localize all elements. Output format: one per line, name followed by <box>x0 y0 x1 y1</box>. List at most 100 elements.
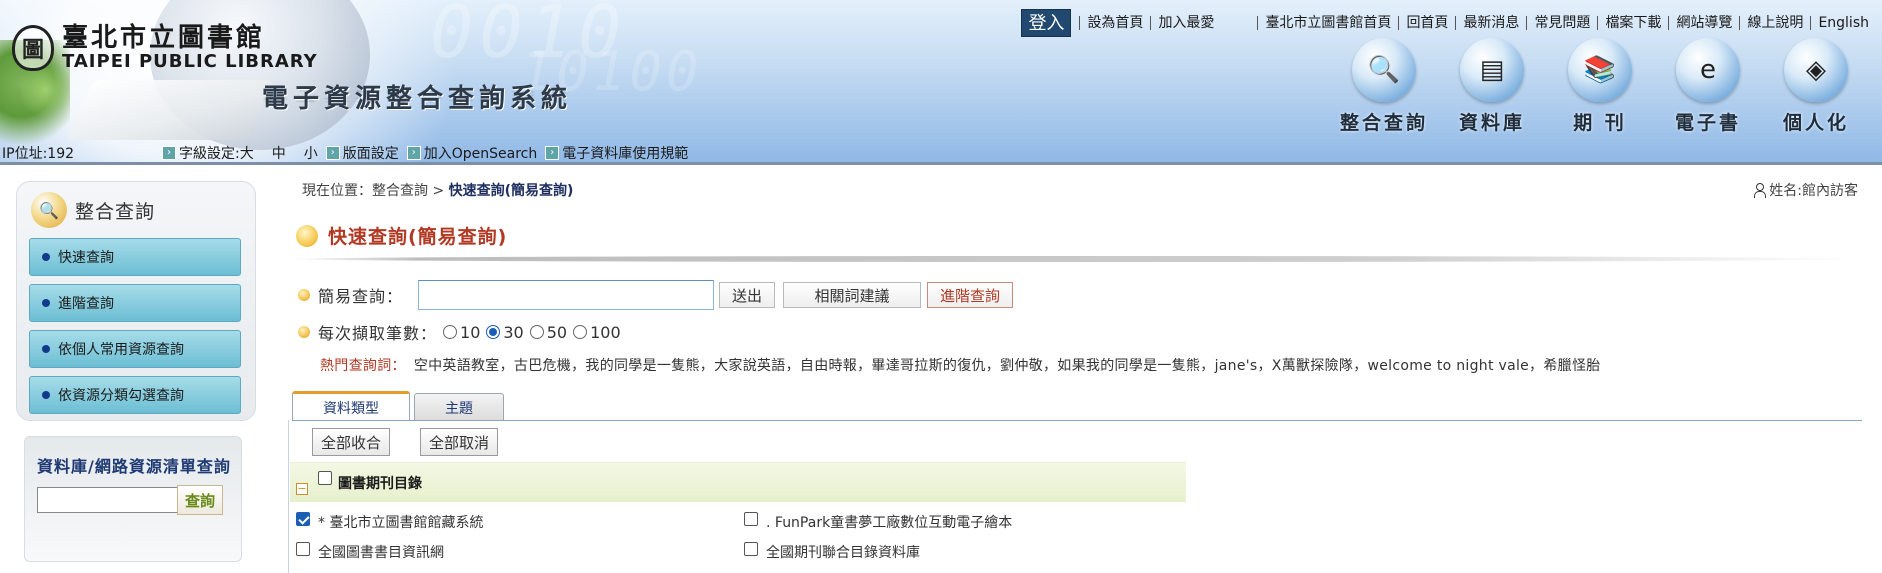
top-link-set-homepage[interactable]: 設為首頁 <box>1079 16 1150 30</box>
font-size-small-link[interactable]: 小 <box>304 143 318 163</box>
arrow-right-icon: › <box>162 146 176 160</box>
submit-button[interactable]: 送出 <box>719 282 775 308</box>
source-item[interactable]: * 臺北市立圖書館館藏系統 <box>296 512 483 532</box>
collapse-toggle-icon[interactable]: − <box>296 482 308 495</box>
radio-button[interactable] <box>443 325 458 339</box>
top-link-faq[interactable]: 常見問題 <box>1526 16 1597 30</box>
library-name-en: TAIPEI PUBLIC LIBRARY <box>62 51 318 72</box>
bullet-icon <box>42 391 50 399</box>
radio-button[interactable] <box>573 325 588 339</box>
fetch-count-option-100[interactable]: 100 <box>567 323 621 342</box>
font-size-medium-link[interactable]: 中 <box>272 143 286 163</box>
nav-integrated-search[interactable]: 🔍 整合查詢 <box>1330 38 1438 135</box>
simple-search-label: 簡易查詢： <box>318 287 404 306</box>
group-header-catalogs: − 圖書期刊目錄 <box>290 462 1186 502</box>
user-info: 姓名:館內訪客 <box>1753 180 1858 200</box>
bullet-icon <box>42 253 50 261</box>
database-search-button[interactable]: 查詢 <box>177 485 223 515</box>
nav-database[interactable]: ▤ 資料庫 <box>1438 38 1546 135</box>
related-terms-button[interactable]: 相關詞建議 <box>783 282 921 308</box>
header-banner: 0010 10100 圖 臺北市立圖書館 TAIPEI PUBLIC LIBRA… <box>0 0 1882 165</box>
source-label: * 臺北市立圖書館館藏系統 <box>318 515 484 531</box>
source-label: . FunPark童書夢工廠數位互動電子繪本 <box>766 515 1013 531</box>
title-bulb-icon <box>296 224 318 247</box>
tab-subject[interactable]: 主題 <box>414 393 504 421</box>
advanced-search-button[interactable]: 進階查詢 <box>927 282 1013 308</box>
sidebar-item-label: 依個人常用資源查詢 <box>58 342 184 358</box>
bullet-icon <box>298 326 310 338</box>
database-search-input[interactable] <box>37 487 181 513</box>
content-left-border <box>288 420 289 573</box>
hot-terms: 熱門查詢詞： 空中英語教室，古巴危機，我的同學是一隻熊，大家說英語，自由時報，畢達… <box>320 355 1601 375</box>
library-logo[interactable]: 圖 臺北市立圖書館 TAIPEI PUBLIC LIBRARY <box>12 24 318 72</box>
top-link-news[interactable]: 最新消息 <box>1455 16 1526 30</box>
source-item[interactable]: . FunPark童書夢工廠數位互動電子繪本 <box>744 512 1012 532</box>
banner-book-decoration <box>66 80 274 140</box>
top-links-bar: 登入 設為首頁 加入最愛 臺北市立圖書館首頁 回首頁 最新消息 常見問題 檔案下… <box>1021 9 1876 37</box>
fetch-count-option-50[interactable]: 50 <box>524 323 567 342</box>
sidebar-item-personal-resources[interactable]: 依個人常用資源查詢 <box>29 330 241 368</box>
simple-search-input[interactable] <box>418 280 714 310</box>
font-size-large-link[interactable]: 字級設定:大 <box>179 143 254 163</box>
database-list-search-title: 資料庫/網路資源清單查詢 <box>37 457 231 476</box>
radio-button-selected[interactable] <box>486 325 501 339</box>
library-emblem-icon: 圖 <box>12 25 54 71</box>
layout-settings-link[interactable]: 版面設定 <box>343 143 399 163</box>
nav-personal[interactable]: ◈ 個人化 <box>1762 38 1870 135</box>
nav-label: 期 刊 <box>1573 112 1627 134</box>
sidebar-item-quick-search[interactable]: 快速查詢 <box>29 238 241 276</box>
library-name-zh: 臺北市立圖書館 <box>62 23 266 53</box>
nav-ebooks[interactable]: e 電子書 <box>1654 38 1762 135</box>
sidebar-item-label: 進階查詢 <box>58 296 114 312</box>
journal-icon: 📚 <box>1568 38 1632 102</box>
top-link-add-favorite[interactable]: 加入最愛 <box>1150 16 1221 30</box>
source-item[interactable]: 全國期刊聯合目錄資料庫 <box>744 542 920 562</box>
source-item[interactable]: 全國圖書書目資訊網 <box>296 542 444 562</box>
deselect-all-button[interactable]: 全部取消 <box>420 428 499 456</box>
login-button[interactable]: 登入 <box>1021 9 1072 37</box>
nav-label: 電子書 <box>1674 112 1741 134</box>
breadcrumb-current: 快速查詢(簡易查詢) <box>448 183 574 199</box>
top-link-help[interactable]: 線上說明 <box>1739 16 1810 30</box>
arrow-right-icon: › <box>545 146 560 160</box>
arrow-right-icon: › <box>406 146 421 160</box>
source-checkbox[interactable] <box>744 512 758 526</box>
database-icon: ▤ <box>1460 38 1524 102</box>
source-checkbox[interactable] <box>296 542 310 556</box>
bullet-icon <box>42 345 50 353</box>
top-link-sitemap[interactable]: 網站導覽 <box>1668 16 1739 30</box>
bullet-icon <box>298 289 310 301</box>
source-label: 全國期刊聯合目錄資料庫 <box>766 545 920 561</box>
usage-rules-link[interactable]: 電子資料庫使用規範 <box>562 143 688 163</box>
sidebar-item-label: 依資源分類勾選查詢 <box>58 388 184 404</box>
top-link-back-home[interactable]: 回首頁 <box>1398 16 1455 30</box>
sidebar-item-advanced-search[interactable]: 進階查詢 <box>29 284 241 322</box>
top-link-downloads[interactable]: 檔案下載 <box>1597 16 1668 30</box>
ip-address: IP位址:192 <box>2 146 75 162</box>
user-icon <box>1753 183 1767 198</box>
top-link-library-home[interactable]: 臺北市立圖書館首頁 <box>1257 16 1398 30</box>
radio-button[interactable] <box>529 325 544 339</box>
source-checkbox[interactable] <box>744 542 758 556</box>
database-list-search: 資料庫/網路資源清單查詢 查詢 <box>24 436 242 562</box>
group-checkbox[interactable] <box>318 470 332 485</box>
tab-data-type[interactable]: 資料類型 <box>292 391 410 421</box>
main-nav: 🔍 整合查詢 ▤ 資料庫 📚 期 刊 e 電子書 ◈ 個人化 <box>1330 38 1870 135</box>
add-opensearch-link[interactable]: 加入OpenSearch <box>424 143 538 163</box>
arrow-right-icon: › <box>325 146 340 160</box>
sidebar-title: 整合查詢 <box>75 200 156 223</box>
nav-journals[interactable]: 📚 期 刊 <box>1546 38 1654 135</box>
source-label: 全國圖書書目資訊網 <box>318 545 444 561</box>
tool-strip: IP位址:192 › 字級設定:大 中 小 › 版面設定 › 加入OpenSea… <box>0 143 1882 163</box>
fetch-count-option-10[interactable]: 10 <box>437 323 480 342</box>
collapse-all-button[interactable]: 全部收合 <box>312 428 391 456</box>
title-divider <box>292 256 1862 262</box>
nav-label: 個人化 <box>1782 112 1849 134</box>
fetch-count-option-30[interactable]: 30 <box>480 323 524 342</box>
nav-label: 整合查詢 <box>1339 112 1428 134</box>
sidebar-item-category-select[interactable]: 依資源分類勾選查詢 <box>29 376 241 414</box>
page-title: 快速查詢(簡易查詢) <box>296 222 507 249</box>
source-checkbox-checked[interactable] <box>296 512 310 526</box>
hot-terms-list[interactable]: 空中英語教室，古巴危機，我的同學是一隻熊，大家說英語，自由時報，畢達哥拉斯的復仇… <box>414 358 1601 374</box>
top-link-english[interactable]: English <box>1810 16 1876 30</box>
